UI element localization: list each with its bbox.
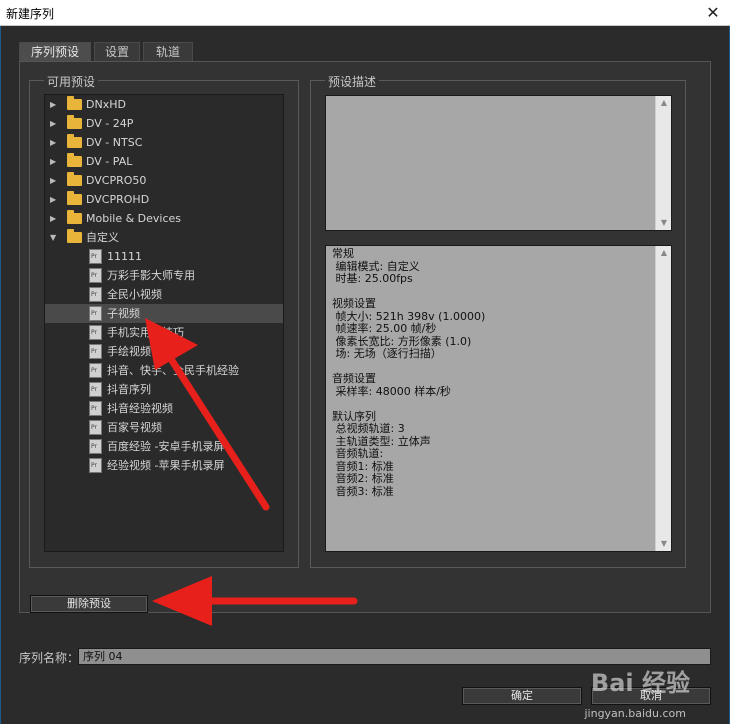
tree-row-label: 经验视频 -苹果手机录屏 xyxy=(107,459,225,472)
tree-preset-row[interactable]: 百度经验 -安卓手机录屏 xyxy=(45,437,283,456)
preset-tree[interactable]: ▶ DNxHD ▶ DV - 24P ▶ DV - NTSC ▶ DV - PAL ▶ DVCPR… xyxy=(44,94,284,552)
tree-row-label: 抖音经验视频 xyxy=(107,402,173,415)
tree-preset-row[interactable]: 手机实用小技巧 xyxy=(45,323,283,342)
tree-preset-row[interactable]: 11111 xyxy=(45,247,283,266)
tree-row-label: 万彩手影大师专用 xyxy=(107,269,195,282)
tree-row-label: 全民小视频 xyxy=(107,288,162,301)
tab-sequence-presets[interactable]: 序列预设 xyxy=(19,42,91,62)
folder-icon xyxy=(67,115,82,129)
preset-file-icon xyxy=(89,306,102,321)
tree-row-label: 自定义 xyxy=(86,231,119,244)
available-presets-title: 可用预设 xyxy=(44,73,99,90)
tree-row-label: DV - 24P xyxy=(86,117,134,130)
chevron-right-icon[interactable]: ▶ xyxy=(50,152,60,171)
chevron-right-icon[interactable]: ▶ xyxy=(50,209,60,228)
chevron-right-icon[interactable]: ▶ xyxy=(50,133,60,152)
baidu-watermark: Bai 经验 xyxy=(590,669,690,697)
sequence-name-label: 序列名称： xyxy=(19,651,80,665)
preset-description-title: 预设描述 xyxy=(325,73,380,90)
close-icon[interactable]: ✕ xyxy=(696,0,730,26)
tree-row-label: DVCPROHD xyxy=(86,193,150,206)
tree-row-label: 抖音序列 xyxy=(107,383,151,396)
tree-row-label: DNxHD xyxy=(86,98,126,111)
chevron-down-icon[interactable]: ▼ xyxy=(50,228,60,247)
tree-preset-row[interactable]: 万彩手影大师专用 xyxy=(45,266,283,285)
chevron-right-icon[interactable]: ▶ xyxy=(50,95,60,114)
tree-row-label: DV - NTSC xyxy=(86,136,143,149)
chevron-right-icon[interactable]: ▶ xyxy=(50,171,60,190)
folder-icon xyxy=(67,191,82,205)
scroll-up-icon[interactable]: ▲ xyxy=(656,96,671,110)
tree-preset-row[interactable]: 百家号视频 xyxy=(45,418,283,437)
tree-folder-row[interactable]: ▶ DV - NTSC xyxy=(45,133,283,152)
folder-icon xyxy=(67,134,82,148)
preset-file-icon xyxy=(89,325,102,340)
preset-details-text: 常规 编辑模式: 自定义 时基: 25.00fps 视频设置 帧大小: 521h… xyxy=(332,247,486,498)
preset-file-icon xyxy=(89,420,102,435)
tree-preset-row[interactable]: 子视频 xyxy=(45,304,283,323)
tree-row-label: 抖音、快手、全民手机经验 xyxy=(107,364,239,377)
preset-details-box[interactable]: 常规 编辑模式: 自定义 时基: 25.00fps 视频设置 帧大小: 521h… xyxy=(325,245,672,552)
title-bar: 新建序列 ✕ xyxy=(0,0,730,26)
scroll-down-icon[interactable]: ▼ xyxy=(656,216,671,230)
folder-icon xyxy=(67,210,82,224)
tree-folder-row[interactable]: ▶ DVCPRO50 xyxy=(45,171,283,190)
preset-file-icon xyxy=(89,287,102,302)
tab-settings[interactable]: 设置 xyxy=(94,42,140,62)
folder-icon xyxy=(67,229,82,243)
tree-row-label: Mobile & Devices xyxy=(86,212,182,225)
description-scrollbar[interactable]: ▲ ▼ xyxy=(655,96,671,230)
tree-preset-row[interactable]: 抖音序列 xyxy=(45,380,283,399)
tab-tracks[interactable]: 轨道 xyxy=(143,42,193,62)
tree-row-label: 百家号视频 xyxy=(107,421,162,434)
chevron-right-icon[interactable]: ▶ xyxy=(50,190,60,209)
tree-row-label: DVCPRO50 xyxy=(86,174,147,187)
baidu-watermark-url: jingyan.baidu.com xyxy=(584,707,686,720)
tree-folder-row[interactable]: ▶ DV - PAL xyxy=(45,152,283,171)
delete-preset-button[interactable]: 删除预设 xyxy=(30,595,148,613)
preset-file-icon xyxy=(89,439,102,454)
preset-file-icon xyxy=(89,363,102,378)
tree-preset-row[interactable]: 全民小视频 xyxy=(45,285,283,304)
preset-file-icon xyxy=(89,268,102,283)
ok-button[interactable]: 确定 xyxy=(462,687,582,705)
tree-row-label: 子视频 xyxy=(107,307,140,320)
tree-row-label: 手机实用小技巧 xyxy=(107,326,184,339)
tree-row-label: 手绘视频 xyxy=(107,345,151,358)
tree-preset-row[interactable]: 抖音、快手、全民手机经验 xyxy=(45,361,283,380)
preset-description-box[interactable]: ▲ ▼ xyxy=(325,95,672,231)
tree-row-label: 11111 xyxy=(107,250,142,263)
folder-icon xyxy=(67,96,82,110)
folder-icon xyxy=(67,153,82,167)
preset-file-icon xyxy=(89,458,102,473)
details-scrollbar[interactable]: ▲ ▼ xyxy=(655,246,671,551)
preset-file-icon xyxy=(89,344,102,359)
window-title: 新建序列 xyxy=(6,7,55,21)
tree-row-label: DV - PAL xyxy=(86,155,133,168)
tree-folder-row[interactable]: ▶ Mobile & Devices xyxy=(45,209,283,228)
tree-folder-row[interactable]: ▶ DVCPROHD xyxy=(45,190,283,209)
tree-preset-row[interactable]: 手绘视频 xyxy=(45,342,283,361)
preset-file-icon xyxy=(89,401,102,416)
chevron-right-icon[interactable]: ▶ xyxy=(50,114,60,133)
scroll-up-icon[interactable]: ▲ xyxy=(656,246,671,260)
tree-folder-row[interactable]: ▼ 自定义 xyxy=(45,228,283,247)
folder-icon xyxy=(67,172,82,186)
tree-preset-row[interactable]: 抖音经验视频 xyxy=(45,399,283,418)
scroll-down-icon[interactable]: ▼ xyxy=(656,537,671,551)
tree-row-label: 百度经验 -安卓手机录屏 xyxy=(107,440,225,453)
tree-folder-row[interactable]: ▶ DV - 24P xyxy=(45,114,283,133)
tree-folder-row[interactable]: ▶ DNxHD xyxy=(45,95,283,114)
preset-file-icon xyxy=(89,249,102,264)
preset-file-icon xyxy=(89,382,102,397)
tree-preset-row[interactable]: 经验视频 -苹果手机录屏 xyxy=(45,456,283,475)
